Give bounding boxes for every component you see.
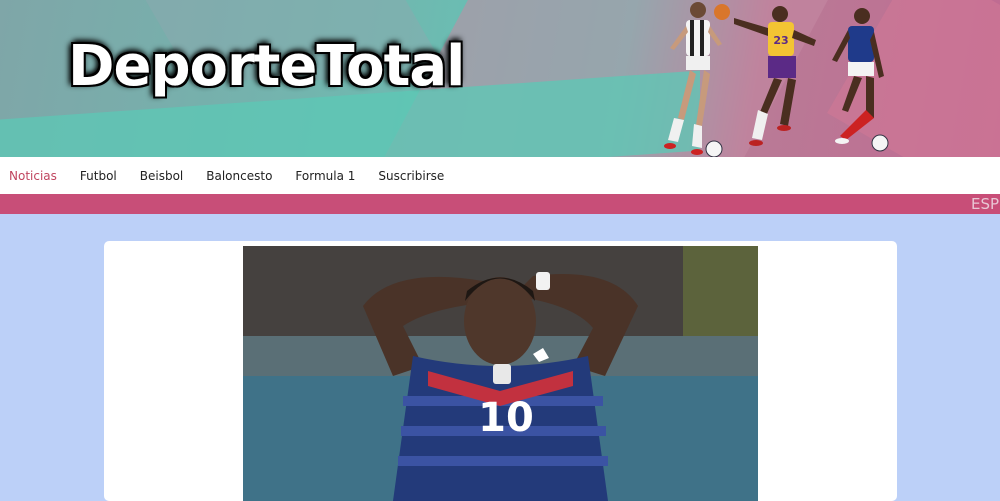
nav-item-formula-1[interactable]: Formula 1	[295, 169, 355, 183]
header-banner: DeporteTotal 23	[0, 0, 1000, 157]
nav-item-beisbol[interactable]: Beisbol	[140, 169, 184, 183]
nav-item-futbol[interactable]: Futbol	[80, 169, 117, 183]
athlete-figure: 23	[714, 4, 816, 146]
featured-article-image[interactable]: 10	[243, 246, 758, 501]
athlete-figure	[664, 2, 723, 157]
ticker-text: ESP	[971, 195, 1000, 213]
jersey-number: 23	[773, 34, 788, 47]
jersey-number: 10	[478, 395, 534, 441]
news-ticker: ESP	[0, 194, 1000, 214]
nav-item-suscribirse[interactable]: Suscribirse	[378, 169, 444, 183]
player-photo: 10	[243, 246, 758, 501]
nav-item-baloncesto[interactable]: Baloncesto	[206, 169, 272, 183]
athlete-figure	[832, 8, 889, 152]
site-logo[interactable]: DeporteTotal	[68, 34, 465, 99]
nav-item-noticias[interactable]: Noticias	[9, 169, 57, 183]
article-card: 10	[104, 241, 897, 501]
main-navigation: Noticias Futbol Beisbol Baloncesto Formu…	[0, 157, 1000, 194]
athletes-banner-image: 23	[664, 2, 889, 157]
